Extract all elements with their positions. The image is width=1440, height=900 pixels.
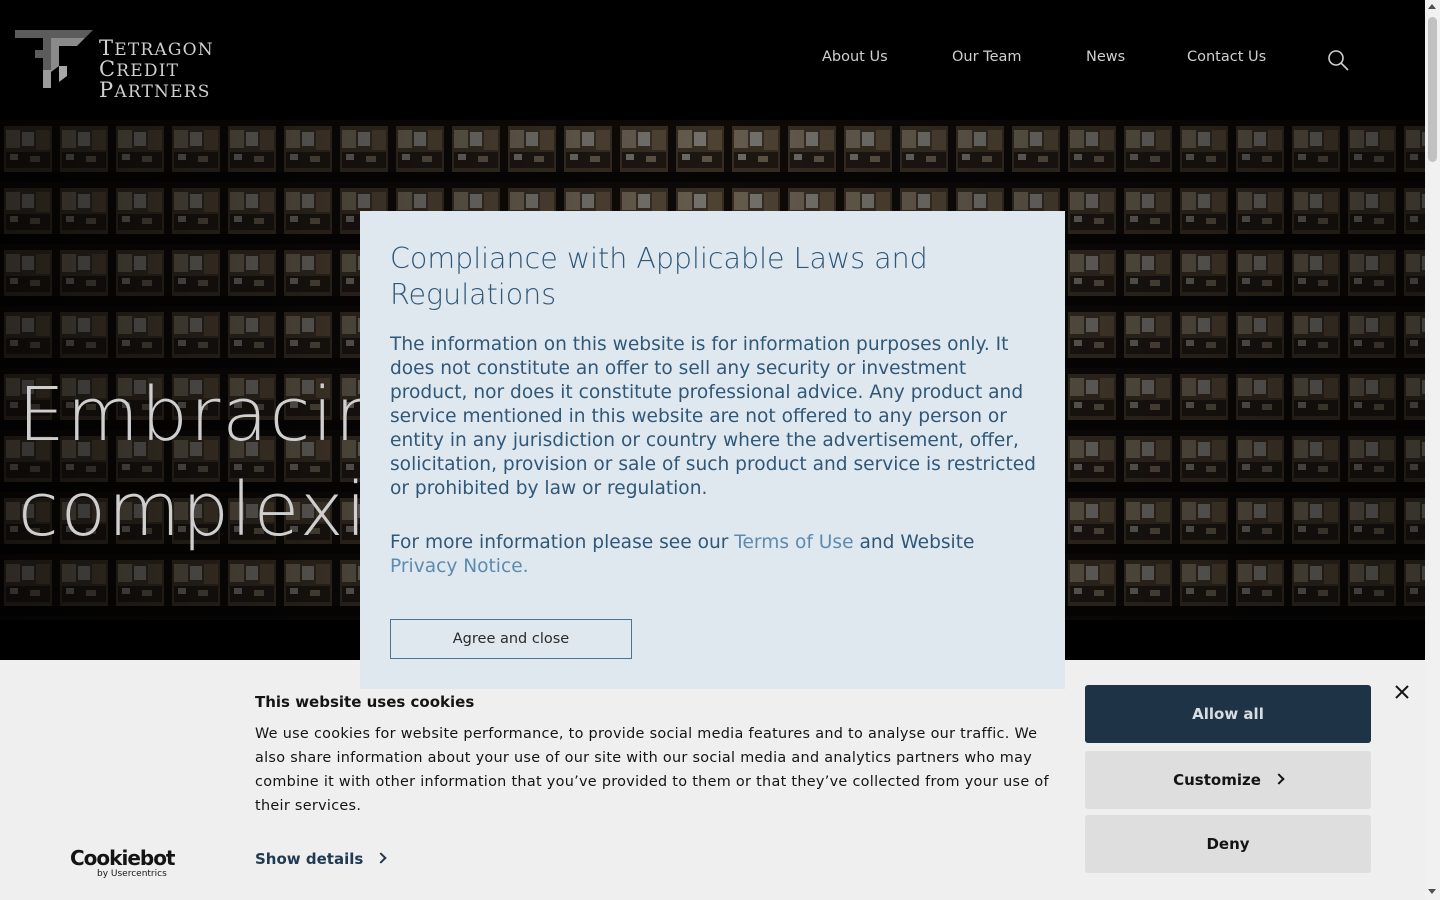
logo-mark-icon — [15, 30, 93, 88]
search-icon[interactable] — [1327, 49, 1349, 71]
tetragon-logo[interactable]: Tetragon Credit Partners — [15, 30, 295, 102]
nav-about-us[interactable]: About Us — [822, 49, 888, 65]
cookie-description: We use cookies for website performance, … — [255, 726, 1049, 814]
cookiebot-brand-sub: by Usercentrics — [97, 869, 167, 879]
scroll-thumb[interactable] — [1428, 17, 1437, 162]
more-prefix: For more information please see our — [390, 532, 735, 553]
compliance-modal: Compliance with Applicable Laws and Regu… — [360, 211, 1065, 689]
agree-and-close-button[interactable]: Agree and close — [390, 619, 632, 659]
cookiebot-brand: Cookiebot — [70, 846, 175, 870]
more-middle: and Website — [853, 532, 975, 553]
logo-wordmark: Tetragon Credit Partners — [99, 36, 214, 102]
nav-news[interactable]: News — [1086, 49, 1125, 65]
allow-all-button[interactable]: Allow all — [1085, 685, 1371, 743]
customize-label: Customize — [1173, 771, 1261, 789]
modal-more-info: For more information please see our Term… — [390, 531, 1040, 579]
show-details-button[interactable]: Show details — [255, 850, 387, 868]
chevron-right-icon — [1273, 773, 1285, 785]
cookie-banner: Cookiebot by Usercentrics This website u… — [0, 660, 1425, 900]
scroll-down-icon[interactable] — [1428, 889, 1436, 894]
modal-title: Compliance with Applicable Laws and Regu… — [390, 242, 928, 311]
customize-button[interactable]: Customize — [1085, 751, 1371, 809]
more-suffix: . — [522, 556, 529, 577]
privacy-notice-link[interactable]: Privacy Notice — [390, 556, 523, 577]
chevron-right-icon — [375, 852, 387, 864]
terms-of-use-link[interactable]: Terms of Use — [734, 532, 853, 553]
modal-body: The information on this website is for i… — [390, 334, 1036, 499]
scroll-up-icon[interactable] — [1428, 4, 1436, 9]
nav-contact-us[interactable]: Contact Us — [1187, 49, 1266, 65]
cookiebot-logo[interactable]: Cookiebot by Usercentrics — [70, 846, 180, 886]
nav-our-team[interactable]: Our Team — [952, 49, 1022, 65]
close-icon[interactable] — [1392, 682, 1412, 702]
deny-button[interactable]: Deny — [1085, 815, 1371, 873]
site-header: Tetragon Credit Partners About Us Our Te… — [0, 0, 1425, 120]
show-details-label: Show details — [255, 850, 364, 868]
cookie-title: This website uses cookies — [255, 693, 475, 711]
